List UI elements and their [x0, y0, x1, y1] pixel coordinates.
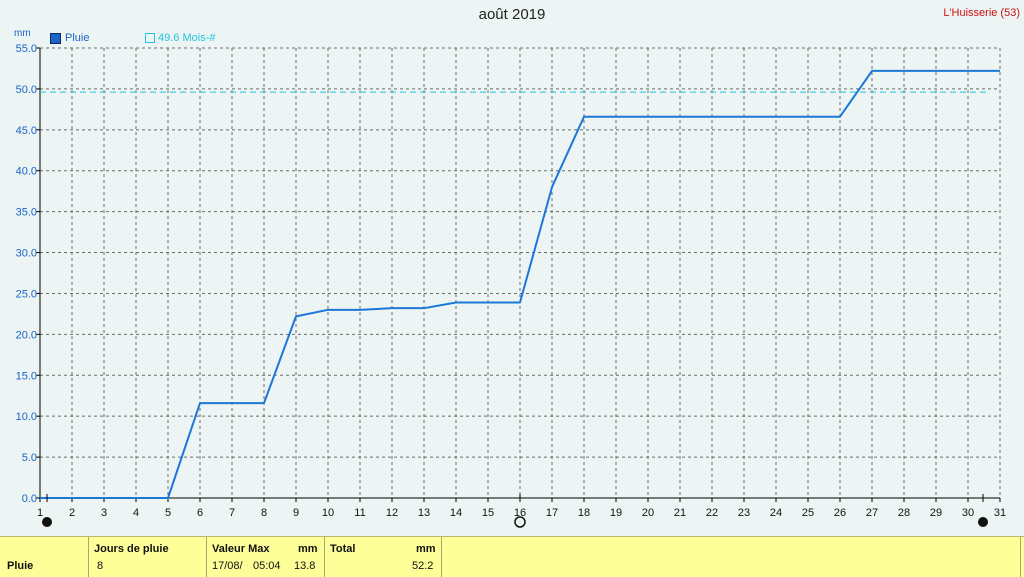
- total-cell: Total mm 52.2: [325, 537, 442, 577]
- summary-table: Pluie Jours de pluie 8 Valeur Max mm 17/…: [0, 536, 1024, 577]
- x-tick-label: 18: [578, 507, 590, 519]
- total-unit: mm: [416, 543, 436, 555]
- rain-days-value: 8: [97, 560, 103, 572]
- rain-days-header: Jours de pluie: [94, 543, 169, 555]
- rain-days-cell: Jours de pluie 8: [89, 537, 207, 577]
- max-value-header: Valeur Max: [212, 543, 269, 555]
- summary-row-label-cell: Pluie: [0, 537, 89, 577]
- x-tick-label: 19: [610, 507, 622, 519]
- y-tick-label: 20.0: [16, 329, 37, 341]
- summary-row-label: Pluie: [7, 560, 33, 572]
- x-tick-label: 13: [418, 507, 430, 519]
- y-tick-label: 10.0: [16, 411, 37, 423]
- x-tick-label: 15: [482, 507, 494, 519]
- legend-reference: 49.6 Mois-#: [145, 32, 215, 44]
- x-tick-label: 23: [738, 507, 750, 519]
- x-tick-label: 11: [354, 507, 365, 519]
- total-header: Total: [330, 543, 355, 555]
- legend-series: Pluie: [50, 32, 89, 44]
- x-tick-label: 24: [770, 507, 782, 519]
- new-moon-icon: [43, 518, 52, 527]
- new-moon-icon: [979, 518, 988, 527]
- x-tick-label: 10: [322, 507, 334, 519]
- full-moon-icon: [515, 517, 525, 527]
- y-tick-label: 5.0: [22, 452, 37, 464]
- y-tick-label: 45.0: [16, 125, 37, 137]
- x-tick-label: 21: [674, 507, 686, 519]
- x-tick-label: 17: [546, 507, 558, 519]
- x-tick-label: 20: [642, 507, 654, 519]
- max-value-date: 17/08/: [212, 560, 243, 572]
- x-tick-label: 30: [962, 507, 974, 519]
- x-tick-label: 28: [898, 507, 910, 519]
- y-tick-label: 35.0: [16, 207, 37, 219]
- legend-reference-label: 49.6 Mois-#: [158, 32, 215, 44]
- x-tick-label: 2: [69, 507, 75, 519]
- legend-reference-swatch: [145, 33, 155, 43]
- x-tick-label: 31: [994, 507, 1006, 519]
- x-tick-label: 1: [37, 507, 43, 519]
- y-tick-label: 15.0: [16, 370, 37, 382]
- y-tick-label: 25.0: [16, 288, 37, 300]
- x-tick-label: 25: [802, 507, 814, 519]
- x-tick-label: 8: [261, 507, 267, 519]
- max-value-amount: 13.8: [294, 560, 315, 572]
- x-tick-label: 5: [165, 507, 171, 519]
- x-tick-label: 3: [101, 507, 107, 519]
- total-value: 52.2: [412, 560, 433, 572]
- y-tick-label: 40.0: [16, 166, 37, 178]
- max-value-unit: mm: [298, 543, 318, 555]
- x-tick-label: 7: [229, 507, 235, 519]
- summary-empty-cell: [442, 537, 1021, 577]
- max-value-time: 05:04: [253, 560, 281, 572]
- x-tick-label: 9: [293, 507, 299, 519]
- x-tick-label: 27: [866, 507, 878, 519]
- y-tick-label: 30.0: [16, 248, 37, 260]
- y-tick-label: 50.0: [16, 84, 37, 96]
- station-location: L'Huisserie (53): [943, 7, 1020, 19]
- x-tick-label: 6: [197, 507, 203, 519]
- x-tick-label: 12: [386, 507, 398, 519]
- y-tick-label: 55.0: [16, 43, 37, 55]
- x-tick-label: 29: [930, 507, 942, 519]
- rain-chart: 0.0 5.0 10.0 15.0 20.0 25.0 30.0 35.0 40.0 45.0 50…: [0, 0, 1024, 536]
- y-axis-unit: mm: [14, 28, 31, 39]
- x-tick-label: 26: [834, 507, 846, 519]
- y-tick-label: 0.0: [22, 493, 37, 505]
- legend-series-swatch: [50, 33, 61, 44]
- max-value-cell: Valeur Max mm 17/08/ 05:04 13.8: [207, 537, 325, 577]
- x-tick-label: 4: [133, 507, 139, 519]
- legend-series-label: Pluie: [65, 32, 89, 44]
- chart-title: août 2019: [0, 6, 1024, 23]
- x-tick-label: 14: [450, 507, 462, 519]
- x-tick-label: 22: [706, 507, 718, 519]
